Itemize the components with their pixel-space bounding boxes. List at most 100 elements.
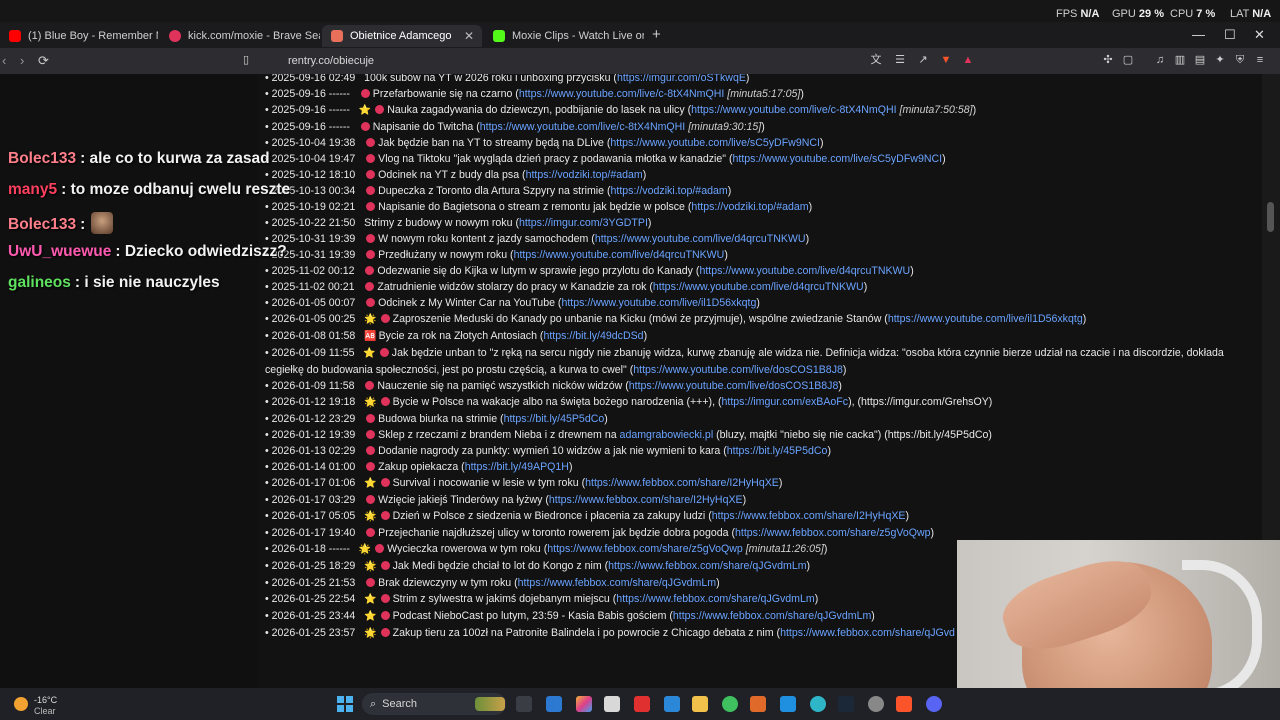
- red-circle-icon: [375, 105, 385, 114]
- entry-link[interactable]: https://www.febbox.com/share/I2HyHqXE: [712, 510, 906, 522]
- entry-link[interactable]: https://www.youtube.com/live/sC5yDFw9NCI: [733, 153, 943, 165]
- chat-message: UwU_wuewue: Dziecko odwiedziszz?: [8, 243, 287, 261]
- mail-icon[interactable]: [664, 696, 680, 712]
- tab-youtube[interactable]: (1) Blue Boy - Remember Me (Or: [0, 25, 158, 47]
- entry-link[interactable]: https://www.febbox.com/share/qJGvd: [780, 627, 955, 639]
- app-icon-4[interactable]: [750, 696, 766, 712]
- entry-link[interactable]: https://www.youtube.com/live/sC5yDFw9NCI: [610, 137, 820, 149]
- app-icon-3[interactable]: [722, 696, 738, 712]
- entry-link[interactable]: https://vodziki.top/#adam: [611, 185, 728, 197]
- menu-icon[interactable]: ≡: [1254, 54, 1266, 66]
- entry-link[interactable]: https://www.febbox.com/share/z5gVoQwp: [735, 527, 931, 539]
- maximize-icon[interactable]: ☐: [1224, 27, 1236, 43]
- vpn-icon[interactable]: ⛨: [1234, 54, 1246, 66]
- entry-link[interactable]: https://imgur.com/3YGDTPI: [519, 217, 648, 229]
- entry-link[interactable]: https://www.febbox.com/share/z5gVoQwp: [547, 543, 743, 555]
- task-view-icon[interactable]: [516, 696, 532, 712]
- music-icon[interactable]: ♫: [1154, 54, 1166, 66]
- reader-icon[interactable]: ☰: [894, 54, 906, 66]
- bookmark-icon[interactable]: ▯: [240, 54, 252, 66]
- app-icon-l[interactable]: [634, 696, 650, 712]
- back-icon[interactable]: ‹: [2, 53, 6, 68]
- entry-link[interactable]: https://bit.ly/45P5dCo: [504, 413, 605, 425]
- entry-link[interactable]: https://www.youtube.com/live/d4qrcuTNKWU: [595, 233, 806, 245]
- entry-suffix: ): [805, 233, 810, 245]
- app-icon-1[interactable]: [546, 696, 562, 712]
- translate-icon[interactable]: 文: [870, 54, 882, 66]
- folder-icon[interactable]: [692, 696, 708, 712]
- red-circle-icon: [380, 628, 390, 637]
- kick-icon: [493, 30, 505, 42]
- entry-text: Dodanie nagrody za punkty: wymień 10 wid…: [378, 445, 727, 457]
- chat-text: :: [80, 216, 86, 233]
- share-icon[interactable]: ↗: [917, 54, 929, 66]
- app-icon-6[interactable]: [868, 696, 884, 712]
- tab-kick[interactable]: Moxie Clips - Watch Live on Kick: [484, 25, 644, 47]
- tab-obietnice[interactable]: Obietnice Adamcego ✕: [322, 25, 482, 47]
- minimize-icon[interactable]: —: [1192, 27, 1205, 42]
- entry-link[interactable]: https://imgur.com/exBAoFc: [721, 396, 848, 408]
- entry-link[interactable]: https://vodziki.top/#adam: [691, 201, 808, 213]
- extensions-icon[interactable]: ✣: [1102, 54, 1114, 66]
- entry-text: Nauka zagadywania do dziewczyn, podbijan…: [387, 104, 692, 116]
- close-window-icon[interactable]: ✕: [1254, 27, 1265, 43]
- tabs-icon[interactable]: ▤: [1194, 54, 1206, 66]
- app-icon-2[interactable]: [576, 696, 592, 712]
- steam-icon[interactable]: [838, 696, 854, 712]
- forward-icon[interactable]: ›: [20, 53, 24, 68]
- new-tab-icon[interactable]: +: [652, 26, 661, 43]
- entry-link[interactable]: https://www.youtube.com/live/c-8tX4NmQHI: [691, 104, 896, 116]
- entry-link[interactable]: https://www.febbox.com/share/qJGvdmLm: [518, 577, 716, 589]
- entry-link[interactable]: https://www.youtube.com/live/d4qrcuTNKWU: [653, 281, 864, 293]
- entry-link[interactable]: https://bit.ly/49APQ1H: [465, 461, 569, 473]
- entry-suffix: ): [930, 527, 935, 539]
- taskbar-search[interactable]: ⌕ Search: [362, 693, 506, 715]
- entry-link[interactable]: https://imgur.com/oSTkwqE: [617, 74, 746, 84]
- webcam-feed: [957, 540, 1280, 688]
- promise-entry: • 2025-10-04 19:47 Vlog na Tiktoku "jak …: [265, 151, 1245, 167]
- entry-suffix: ): [1082, 313, 1087, 325]
- entry-link[interactable]: https://www.youtube.com/live/d4qrcuTNKWU: [514, 249, 725, 261]
- discord-icon[interactable]: [926, 696, 942, 712]
- entry-date: • 2026-01-09 11:55: [265, 347, 364, 359]
- entry-link[interactable]: https://www.youtube.com/live/il1D56xkqtg: [561, 297, 756, 309]
- entry-link[interactable]: https://www.youtube.com/live/dosCOS1B8J8: [629, 380, 839, 392]
- brave-shields-icon[interactable]: ▼: [940, 54, 952, 66]
- entry-link[interactable]: https://bit.ly/49dcDSd: [543, 330, 643, 342]
- red-circle-icon: [380, 397, 390, 406]
- entry-link[interactable]: adamgrabowiecki.pl: [620, 429, 714, 441]
- entry-text: Wzięcie jakiejś Tinderówy na łyżwy (: [378, 494, 549, 506]
- entry-link[interactable]: https://www.youtube.com/live/il1D56xkqtg: [888, 313, 1083, 325]
- leo-icon[interactable]: ✦: [1214, 54, 1226, 66]
- tab-brave-search[interactable]: kick.com/moxie - Brave Search: [160, 25, 320, 47]
- entry-text: Bycie w Polsce na wakacje albo na święta…: [392, 396, 722, 408]
- entry-link[interactable]: https://www.febbox.com/share/qJGvdmLm: [608, 560, 806, 572]
- fps-stat: FPS N/A: [1056, 8, 1100, 20]
- entry-text: Napisanie do Twitcha (: [372, 121, 480, 133]
- app-icon-5[interactable]: [780, 696, 796, 712]
- entry-link[interactable]: https://www.febbox.com/share/qJGvdmLm: [616, 593, 814, 605]
- entry-link[interactable]: https://bit.ly/45P5dCo: [727, 445, 828, 457]
- brave-rewards-icon[interactable]: ▲: [962, 54, 974, 66]
- sidebar-icon[interactable]: ▥: [1174, 54, 1186, 66]
- store-icon[interactable]: [604, 696, 620, 712]
- entry-link[interactable]: https://vodziki.top/#adam: [526, 169, 643, 181]
- entry-link[interactable]: https://www.youtube.com/live/dosCOS1B8J8: [633, 364, 843, 376]
- start-button[interactable]: [337, 696, 353, 712]
- brave-taskbar-icon[interactable]: [896, 696, 912, 712]
- close-tab-icon[interactable]: ✕: [464, 29, 474, 43]
- entry-link[interactable]: https://www.youtube.com/live/d4qrcuTNKWU: [699, 265, 910, 277]
- red-circle-icon: [380, 611, 390, 620]
- entry-link[interactable]: https://www.youtube.com/live/c-8tX4NmQHI: [519, 88, 724, 100]
- red-circle-icon: [379, 348, 389, 357]
- entry-link[interactable]: https://www.febbox.com/share/I2HyHqXE: [585, 477, 779, 489]
- entry-text: Jak będzie ban na YT to streamy będą na …: [378, 137, 611, 149]
- scrollbar-thumb[interactable]: [1267, 202, 1274, 232]
- edge-icon[interactable]: [810, 696, 826, 712]
- entry-link[interactable]: https://www.febbox.com/share/I2HyHqXE: [549, 494, 743, 506]
- entry-link[interactable]: https://www.febbox.com/share/qJGvdmLm: [673, 610, 871, 622]
- reload-icon[interactable]: ⟳: [38, 53, 49, 69]
- entry-date: • 2025-10-19 02:21: [265, 201, 365, 213]
- entry-link[interactable]: https://www.youtube.com/live/c-8tX4NmQHI: [480, 121, 685, 133]
- wallet-icon[interactable]: ▢: [1122, 54, 1134, 66]
